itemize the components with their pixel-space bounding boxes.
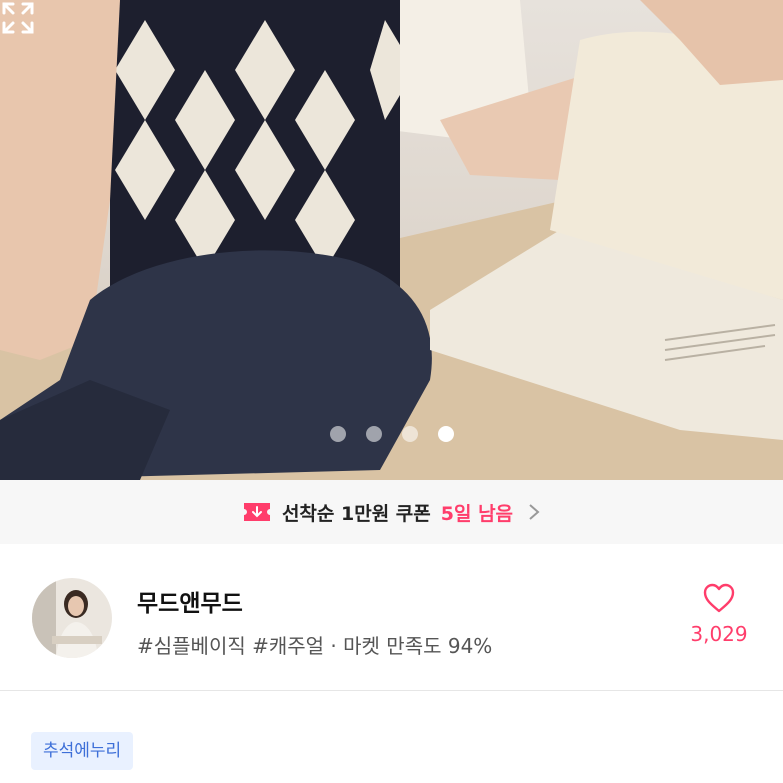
chevron-right-icon bbox=[529, 504, 540, 520]
shop-name[interactable]: 무드앤무드 bbox=[137, 584, 243, 618]
shop-meta: #심플베이직 #캐주얼 · 마켓 만족도 94% bbox=[137, 634, 493, 658]
coupon-download-icon bbox=[243, 503, 270, 521]
shop-avatar[interactable] bbox=[32, 578, 112, 658]
like-button[interactable]: 3,029 bbox=[680, 582, 758, 646]
carousel-indicator[interactable] bbox=[330, 426, 454, 442]
fullscreen-icon[interactable] bbox=[0, 0, 36, 36]
heart-icon bbox=[703, 583, 735, 613]
coupon-remaining: 5일 남음 bbox=[440, 502, 514, 525]
carousel-dot[interactable] bbox=[330, 426, 346, 442]
divider bbox=[0, 690, 783, 691]
carousel-dot-active[interactable] bbox=[438, 426, 454, 442]
like-count: 3,029 bbox=[690, 622, 748, 646]
promo-tag[interactable]: 추석에누리 bbox=[31, 732, 134, 770]
product-photo bbox=[0, 0, 783, 480]
coupon-banner[interactable]: 선착순 1만원 쿠폰 5일 남음 bbox=[0, 480, 783, 544]
product-image[interactable] bbox=[0, 0, 783, 480]
carousel-dot[interactable] bbox=[366, 426, 382, 442]
carousel-dot[interactable] bbox=[402, 426, 418, 442]
coupon-text: 선착순 1만원 쿠폰 bbox=[281, 502, 431, 525]
shop-info[interactable]: 무드앤무드 #심플베이직 #캐주얼 · 마켓 만족도 94% 3,029 bbox=[0, 544, 783, 690]
